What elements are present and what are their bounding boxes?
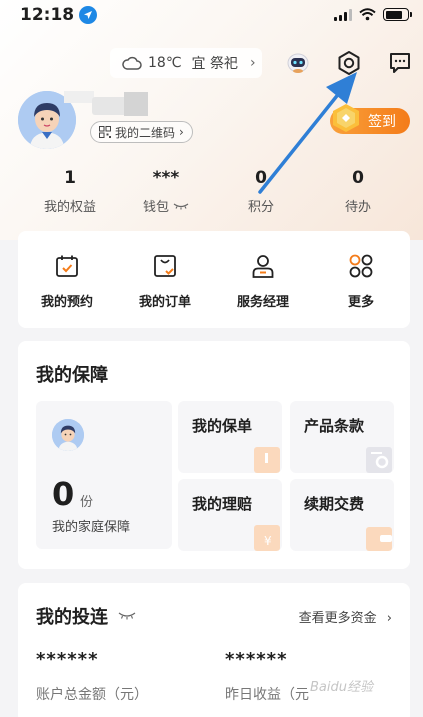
tile-label: 续期交费 bbox=[304, 495, 365, 513]
yesterday-earnings-value: ****** bbox=[225, 649, 288, 670]
view-more-funds-link[interactable]: 查看更多资金 › bbox=[299, 607, 392, 626]
quick-action-service-manager[interactable]: 服务经理 bbox=[214, 231, 312, 328]
my-investment-card: 我的投连 查看更多资金 › ****** 账户总金额（元） ****** 昨日收… bbox=[18, 583, 410, 717]
wallet-icon bbox=[366, 527, 392, 551]
watermark-text: Baidu经验 bbox=[310, 680, 373, 695]
family-coverage-label: 我的家庭保障 bbox=[52, 520, 131, 535]
total-amount-label: 账户总金额（元） bbox=[36, 687, 148, 703]
person-icon bbox=[252, 255, 274, 278]
document-icon bbox=[254, 447, 280, 473]
quick-action-label: 我的预约 bbox=[40, 295, 93, 310]
my-policies-tile[interactable]: 我的保单 bbox=[178, 401, 282, 473]
annotation-arrow bbox=[258, 72, 357, 194]
svg-text:¥: ¥ bbox=[264, 534, 272, 548]
section-title: 我的保障 bbox=[36, 365, 108, 386]
tile-label: 我的保单 bbox=[192, 417, 253, 435]
tile-label: 我的理赔 bbox=[192, 495, 253, 513]
eye-closed-icon[interactable] bbox=[118, 611, 136, 620]
quick-action-label: 更多 bbox=[347, 295, 374, 310]
tile-label: 产品条款 bbox=[304, 417, 365, 435]
my-coverage-card: 我的保障 0 份 我的家庭保障 我的保单 产品条款 我的理赔 ¥ 续期交费 bbox=[18, 341, 410, 569]
avatar bbox=[52, 419, 84, 451]
quick-action-label: 我的订单 bbox=[138, 295, 191, 310]
chevron-right-icon: › bbox=[386, 611, 392, 626]
my-claims-tile[interactable]: 我的理赔 ¥ bbox=[178, 479, 282, 551]
grid-circles-icon bbox=[349, 254, 373, 278]
search-document-icon bbox=[366, 447, 392, 473]
quick-actions-card: 我的预约 我的订单 服务经理 更多 bbox=[18, 231, 410, 328]
calendar-check-icon bbox=[56, 255, 78, 277]
order-bag-icon bbox=[154, 255, 176, 277]
quick-action-label: 服务经理 bbox=[236, 295, 289, 310]
family-coverage-unit: 份 bbox=[80, 495, 94, 510]
view-more-funds-label: 查看更多资金 bbox=[298, 611, 377, 626]
section-title: 我的投连 bbox=[36, 607, 108, 628]
total-amount-value: ****** bbox=[36, 649, 99, 670]
yuan-box-icon: ¥ bbox=[254, 525, 280, 551]
quick-action-more[interactable]: 更多 bbox=[312, 231, 410, 328]
family-coverage-tile[interactable]: 0 份 我的家庭保障 bbox=[36, 401, 172, 549]
family-coverage-count: 0 bbox=[52, 475, 75, 513]
renewal-payment-tile[interactable]: 续期交费 bbox=[290, 479, 394, 551]
quick-action-orders[interactable]: 我的订单 bbox=[116, 231, 214, 328]
yesterday-earnings-label: 昨日收益（元 bbox=[225, 687, 309, 703]
quick-action-appointments[interactable]: 我的预约 bbox=[18, 231, 116, 328]
product-terms-tile[interactable]: 产品条款 bbox=[290, 401, 394, 473]
